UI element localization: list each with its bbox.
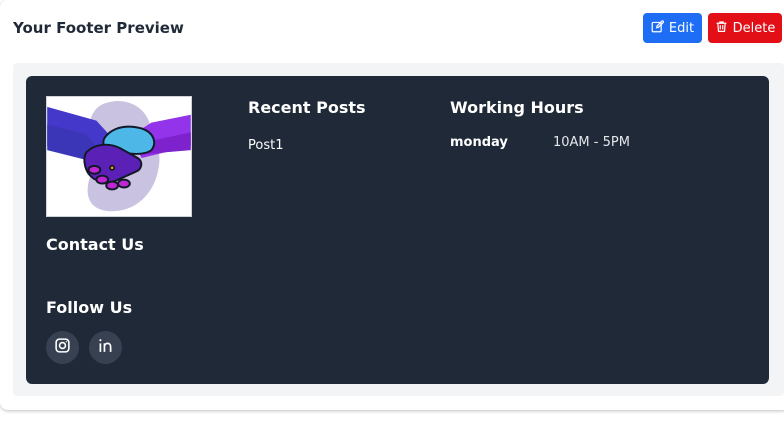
- handshake-logo: [46, 96, 192, 217]
- contact-us-heading: Contact Us: [46, 235, 144, 254]
- page-title: Your Footer Preview: [13, 19, 184, 37]
- recent-posts-heading: Recent Posts: [248, 98, 366, 117]
- delete-button-label: Delete: [732, 20, 776, 36]
- delete-button[interactable]: Delete: [708, 13, 782, 43]
- footer: Contact Us Follow Us Recent Posts Post1 …: [26, 76, 769, 384]
- working-hours-heading: Working Hours: [450, 98, 584, 117]
- working-hours-day: monday: [450, 135, 508, 150]
- working-hours-time: 10AM - 5PM: [553, 135, 630, 150]
- trash-icon: [715, 20, 728, 37]
- edit-icon: [651, 19, 664, 37]
- instagram-icon: [54, 337, 71, 358]
- recent-post-link[interactable]: Post1: [248, 138, 283, 153]
- edit-button-label: Edit: [668, 20, 695, 36]
- linkedin-link[interactable]: [89, 331, 122, 364]
- linkedin-icon: [97, 337, 114, 358]
- instagram-link[interactable]: [46, 331, 79, 364]
- follow-us-heading: Follow Us: [46, 298, 133, 317]
- edit-button[interactable]: Edit: [643, 13, 702, 43]
